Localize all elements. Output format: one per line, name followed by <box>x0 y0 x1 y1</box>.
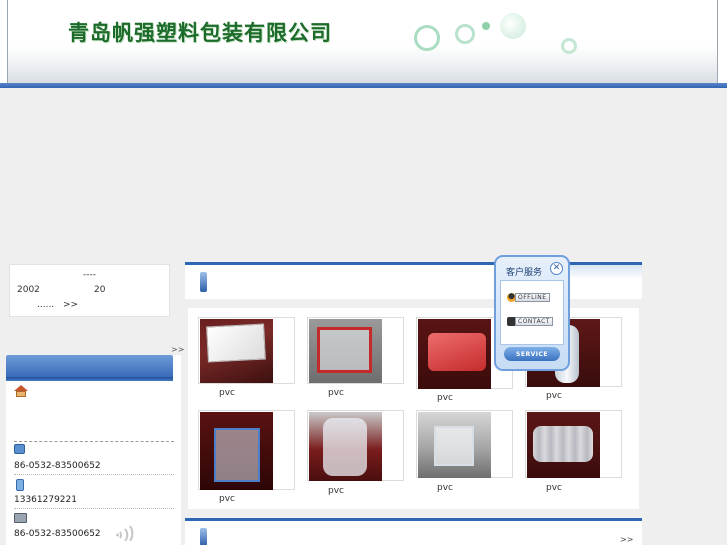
product-thumbnail[interactable] <box>200 412 273 490</box>
service-title: 客户服务 <box>506 268 543 278</box>
contact-panel-header <box>6 355 173 381</box>
signal-icon <box>116 525 134 541</box>
service-footer-label[interactable]: SERVICE <box>496 351 568 358</box>
section-marker <box>200 528 207 545</box>
decorative-bubble <box>455 24 475 44</box>
product-thumbnail[interactable] <box>418 412 491 478</box>
decorative-bubble <box>500 13 526 39</box>
decorative-bubble <box>482 22 490 30</box>
divider <box>14 508 174 509</box>
products-more-link[interactable]: >> <box>620 535 633 544</box>
company-name: 青岛帆强塑料包装有限公司 <box>68 20 332 45</box>
product-thumbnail[interactable] <box>200 319 273 383</box>
product-label[interactable]: pvc <box>328 486 344 496</box>
product-label[interactable]: pvc <box>219 388 235 398</box>
product-thumbnail[interactable] <box>309 319 382 383</box>
divider <box>14 441 174 442</box>
intro-more-link[interactable]: >> <box>63 300 78 310</box>
intro-ellipsis: ...... <box>37 300 55 310</box>
section-marker <box>200 272 207 292</box>
product-label[interactable]: pvc <box>219 494 235 504</box>
mobile-icon <box>16 479 24 491</box>
header-bottom-bar <box>0 83 727 88</box>
mobile-number: 13361279221 <box>14 495 77 505</box>
header-banner: 青岛帆强塑料包装有限公司 <box>7 0 718 83</box>
fax-number: 86-0532-83500652 <box>14 529 101 539</box>
decorative-bubble <box>414 25 440 51</box>
product-thumbnail[interactable] <box>309 412 382 481</box>
fax-icon <box>14 513 27 523</box>
customer-service-widget: 客户服务 ✕ OFFLINE CONTACT SERVICE <box>494 255 570 371</box>
products-section-header <box>185 262 642 299</box>
product-label[interactable]: pvc <box>437 393 453 403</box>
product-thumbnail[interactable] <box>418 319 491 389</box>
site-header: 青岛帆强塑料包装有限公司 <box>0 0 727 88</box>
phone-icon <box>14 444 25 454</box>
product-label[interactable]: pvc <box>546 483 562 493</box>
decorative-bubble <box>561 38 577 54</box>
home-icon <box>14 385 28 397</box>
product-label[interactable]: pvc <box>437 483 453 493</box>
product-thumbnail[interactable] <box>527 412 600 478</box>
offline-button[interactable]: OFFLINE <box>515 293 550 302</box>
product-label[interactable]: pvc <box>328 388 344 398</box>
left-more-link[interactable]: >> <box>171 345 184 354</box>
second-section-header <box>185 518 642 545</box>
divider <box>14 474 174 475</box>
contact-panel: 86-0532-83500652 13361279221 86-0532-835… <box>6 355 181 545</box>
company-intro-box: ---- 2002 20 ...... >> <box>9 264 170 317</box>
intro-year: 2002 <box>17 285 40 295</box>
products-grid: pvc pvc pvc pvc pvc pvc pvc pvc <box>188 308 639 509</box>
service-body: OFFLINE CONTACT <box>500 280 564 345</box>
intro-dashes: ---- <box>83 270 96 280</box>
intro-number: 20 <box>94 285 106 295</box>
product-label[interactable]: pvc <box>546 391 562 401</box>
contact-button[interactable]: CONTACT <box>515 317 553 326</box>
close-icon[interactable]: ✕ <box>550 262 563 275</box>
phone-number: 86-0532-83500652 <box>14 461 101 471</box>
